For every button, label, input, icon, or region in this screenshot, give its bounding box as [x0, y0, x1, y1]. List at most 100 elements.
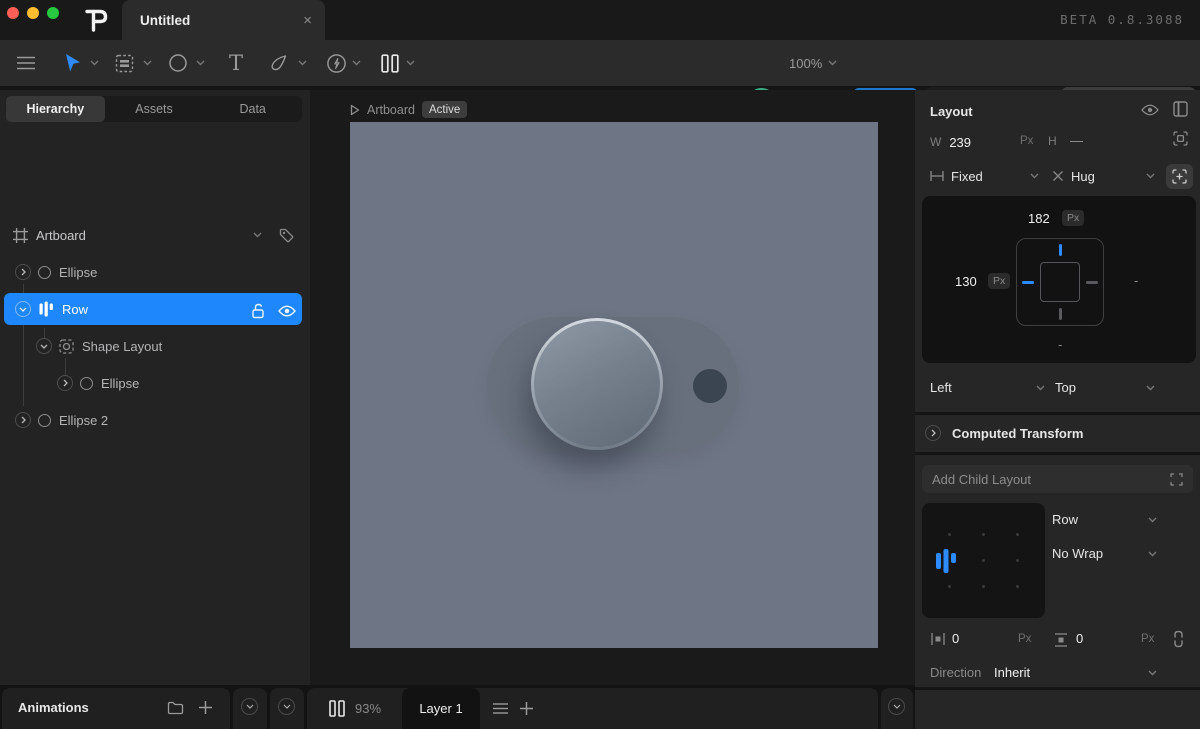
expand-chevron-icon[interactable]: [15, 264, 31, 280]
position-tick-right[interactable]: [1086, 281, 1098, 284]
main-menu-button[interactable]: [14, 51, 38, 75]
height-label: H: [1048, 134, 1057, 148]
chevron-down-icon[interactable]: [1148, 551, 1157, 557]
position-tick-bottom[interactable]: [1059, 308, 1062, 320]
tab-assets[interactable]: Assets: [105, 96, 204, 122]
tab-layer-1[interactable]: Layer 1: [402, 688, 480, 729]
tab-data[interactable]: Data: [203, 96, 302, 122]
tree-row-label: Ellipse: [101, 376, 139, 391]
document-tab[interactable]: Untitled ×: [122, 0, 325, 40]
canvas-area[interactable]: Artboard Active: [310, 90, 915, 685]
width-mode-value: Fixed: [951, 169, 983, 184]
timeline-zoom-value[interactable]: 93%: [355, 701, 381, 716]
align-x-value[interactable]: Left: [930, 380, 952, 395]
expand-chevron-icon[interactable]: [57, 375, 73, 391]
chevron-down-icon[interactable]: [1146, 173, 1155, 179]
computed-transform-section[interactable]: Computed Transform: [915, 415, 1200, 452]
tree-row-artboard[interactable]: Artboard: [0, 221, 310, 249]
collapse-chevron-icon[interactable]: [15, 301, 31, 317]
layout-tool-dropdown-icon[interactable]: [406, 60, 415, 66]
plus-icon[interactable]: [198, 700, 213, 715]
panel-chevron-button[interactable]: [241, 698, 258, 715]
tree-row-ellipse-2[interactable]: Ellipse 2: [0, 406, 310, 434]
layout-align-grid[interactable]: [922, 503, 1045, 618]
position-left-value[interactable]: 130: [955, 274, 977, 289]
position-tick-left[interactable]: [1022, 281, 1034, 284]
close-window-button[interactable]: [7, 7, 19, 19]
chevron-down-icon[interactable]: [1036, 385, 1045, 391]
collapsed-panel-2: [270, 688, 304, 729]
link-gaps-icon[interactable]: [1173, 630, 1184, 648]
zoom-level-control[interactable]: 100%: [789, 51, 837, 75]
bolt-tool-button[interactable]: [324, 51, 348, 75]
expand-chevron-icon[interactable]: [925, 425, 941, 441]
direction-value[interactable]: Inherit: [994, 665, 1030, 680]
position-top-value[interactable]: 182: [1028, 211, 1050, 226]
tree-row-ellipse[interactable]: Ellipse: [0, 258, 310, 286]
panel-chevron-button[interactable]: [278, 698, 295, 715]
chevron-down-icon[interactable]: [253, 232, 262, 238]
layout-direction-value[interactable]: Row: [1052, 512, 1078, 527]
frame-bounds-icon[interactable]: [1173, 131, 1188, 146]
artboard-tool-dropdown-icon[interactable]: [143, 60, 152, 66]
artboard-row-label: Artboard: [36, 228, 86, 243]
minimize-window-button[interactable]: [27, 7, 39, 19]
document-title: Untitled: [140, 13, 190, 28]
eye-icon[interactable]: [278, 305, 296, 317]
layout-wrap-value[interactable]: No Wrap: [1052, 546, 1103, 561]
chevron-down-icon[interactable]: [1146, 385, 1155, 391]
align-y-value[interactable]: Top: [1055, 380, 1076, 395]
maximize-window-button[interactable]: [47, 7, 59, 19]
toggle-knob-shape[interactable]: [531, 318, 663, 450]
add-child-layout-field[interactable]: Add Child Layout: [922, 465, 1193, 493]
gap-horizontal-value[interactable]: 0: [952, 631, 959, 646]
artboard-breadcrumb-label[interactable]: Artboard: [367, 103, 415, 117]
ellipse-tool-button[interactable]: [166, 51, 190, 75]
artboard-tool-button[interactable]: [112, 51, 136, 75]
gap-horizontal-unit: Px: [1018, 633, 1031, 645]
tree-row-shape-layout[interactable]: Shape Layout: [0, 332, 310, 360]
width-mode-dropdown[interactable]: Fixed: [930, 164, 983, 188]
list-menu-icon[interactable]: [493, 703, 508, 714]
ellipse-tool-dropdown-icon[interactable]: [196, 60, 205, 66]
position-tick-top[interactable]: [1059, 244, 1062, 256]
artboard-tool-icon: [115, 54, 134, 73]
position-bottom-value[interactable]: -: [1058, 337, 1062, 352]
gap-vertical-value[interactable]: 0: [1076, 631, 1083, 646]
select-tool-dropdown-icon[interactable]: [90, 60, 99, 66]
panel-chevron-button[interactable]: [888, 698, 905, 715]
pen-tool-button[interactable]: [266, 51, 290, 75]
play-icon[interactable]: [350, 104, 360, 116]
lock-open-icon[interactable]: [251, 303, 265, 319]
artboard-surface[interactable]: [350, 122, 878, 648]
pen-tool-dropdown-icon[interactable]: [298, 60, 307, 66]
bolt-tool-dropdown-icon[interactable]: [352, 60, 361, 66]
tree-row-ellipse-child[interactable]: Ellipse: [0, 369, 310, 397]
add-frame-button[interactable]: [1166, 164, 1193, 189]
chevron-down-icon[interactable]: [1148, 670, 1157, 676]
tab-hierarchy[interactable]: Hierarchy: [6, 96, 105, 122]
height-value[interactable]: —: [1070, 133, 1083, 148]
eye-icon[interactable]: [1141, 104, 1159, 116]
close-tab-icon[interactable]: ×: [303, 12, 312, 29]
layout-tool-button[interactable]: [378, 51, 402, 75]
folder-icon[interactable]: [167, 701, 184, 715]
text-tool-icon: T: [229, 51, 243, 75]
plus-icon[interactable]: [519, 701, 534, 716]
width-value[interactable]: 239: [949, 135, 971, 150]
position-right-value[interactable]: -: [1134, 273, 1138, 288]
expand-corners-icon[interactable]: [1170, 473, 1183, 486]
toggle-dot-shape[interactable]: [693, 369, 727, 403]
timeline-columns-icon[interactable]: [329, 700, 345, 717]
select-tool-button[interactable]: [60, 51, 84, 75]
tag-icon[interactable]: [279, 228, 294, 243]
gap-horizontal-icon: [931, 633, 945, 645]
height-mode-dropdown[interactable]: Hug: [1052, 164, 1095, 188]
tree-row-row-selected[interactable]: Row: [4, 293, 302, 325]
collapse-chevron-icon[interactable]: [36, 338, 52, 354]
expand-chevron-icon[interactable]: [15, 412, 31, 428]
chevron-down-icon[interactable]: [1148, 517, 1157, 523]
text-tool-button[interactable]: T: [224, 51, 248, 75]
panel-split-icon[interactable]: [1173, 101, 1188, 117]
chevron-down-icon[interactable]: [1030, 173, 1039, 179]
